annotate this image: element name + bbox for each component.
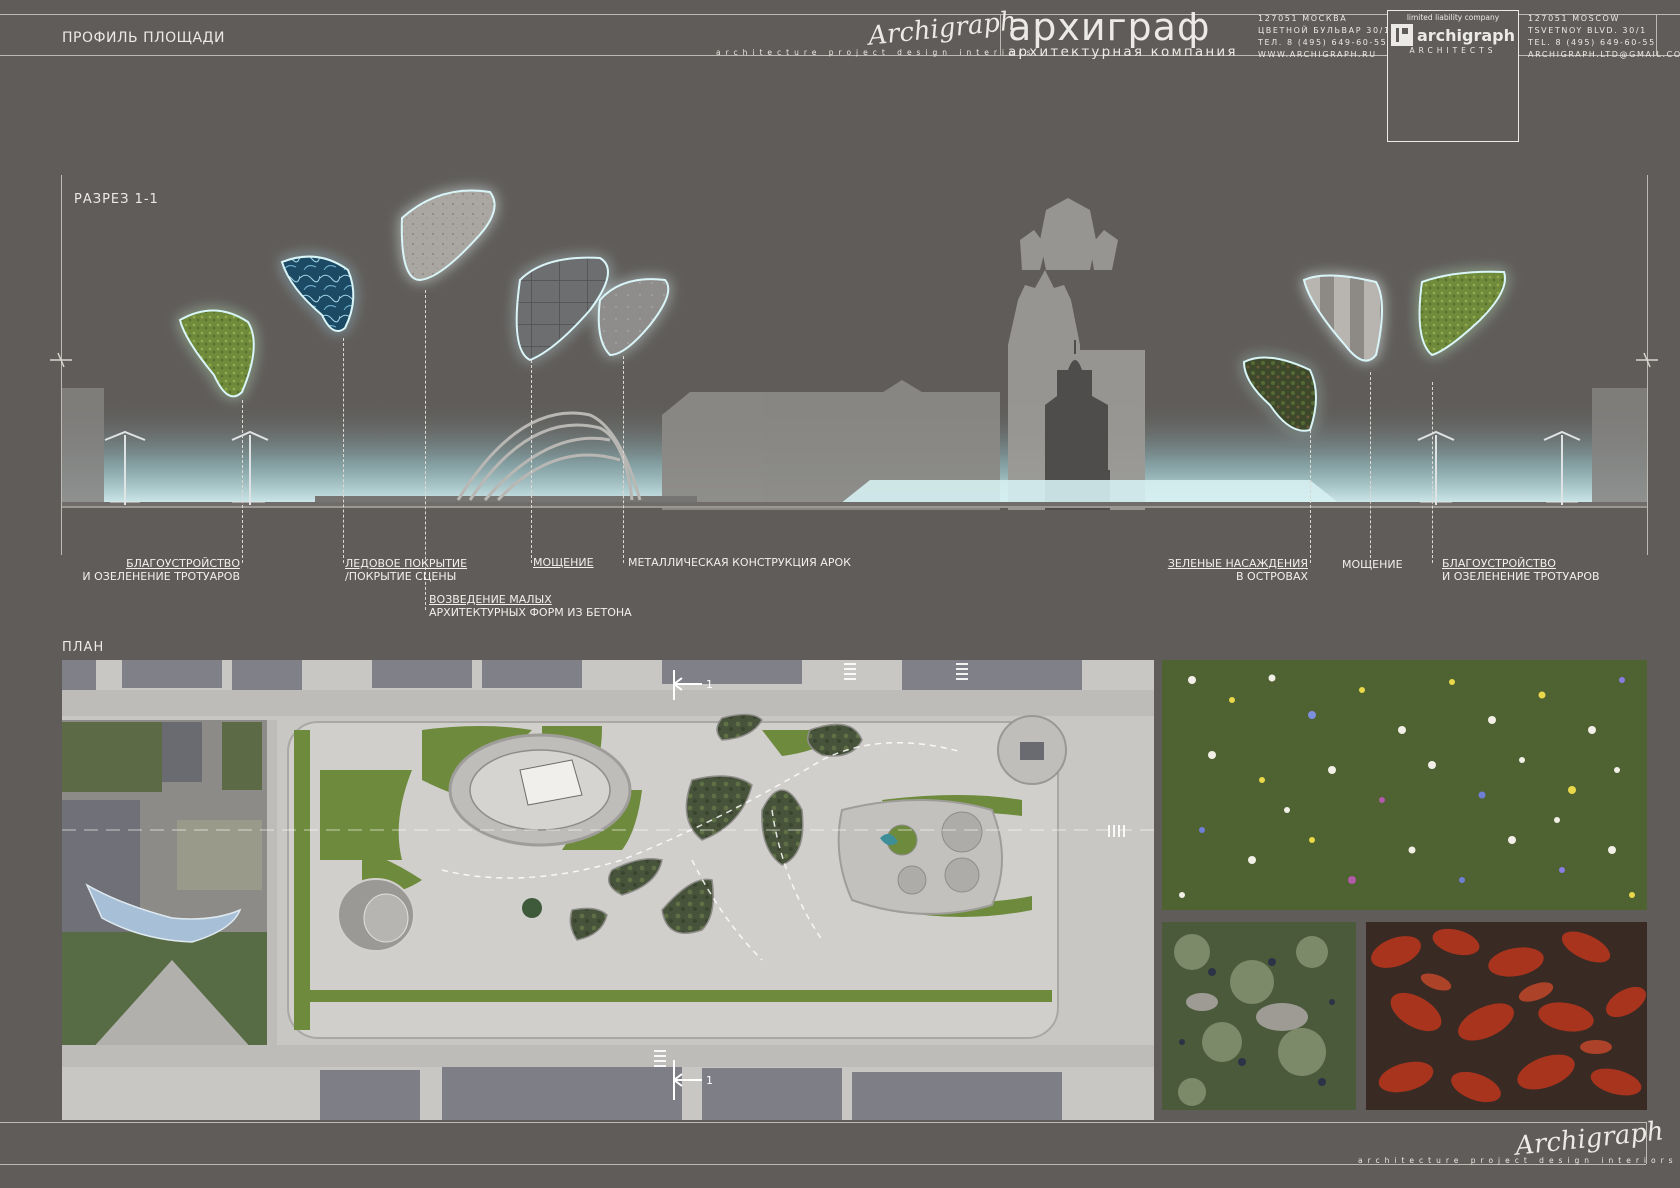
callout-line: Благоустройство	[1442, 557, 1556, 570]
brand-name: архиграф	[1008, 5, 1211, 49]
callout-line: Металлическая конструкция арок	[628, 556, 851, 569]
callout-arches: Металлическая конструкция арок	[628, 556, 851, 569]
callout-sidewalk-left: Благоустройство и озеленение тротуаров	[62, 557, 240, 583]
swatch-paving	[1302, 274, 1383, 362]
address-ru-line: 127051 Москва	[1258, 14, 1348, 23]
address-en-line: ARCHIGRAPH.LTD@GMAIL.COM	[1528, 50, 1680, 59]
playground	[837, 799, 1003, 915]
address-ru-line: Цветной бульвар 30/1	[1258, 26, 1391, 35]
right-edge-building	[1592, 388, 1647, 504]
header-tagline: architecture project design interiors	[716, 48, 1036, 57]
photo-red-lichen	[1366, 922, 1647, 1110]
ground-line	[62, 502, 1647, 506]
address-ru-line: www.archigraph.ru	[1258, 50, 1377, 59]
stamp-emblem-icon	[1390, 24, 1413, 46]
swatch-slab	[515, 256, 609, 362]
section-ticks	[50, 352, 1658, 368]
callout-line: в островах	[1236, 570, 1308, 583]
left-edge-building	[62, 388, 104, 504]
callout-line: Мощение	[1342, 558, 1403, 571]
callout-line: архитектурных форм из бетона	[429, 606, 632, 619]
callout-paving-right: Мощение	[1342, 558, 1403, 571]
callout-line: и озеленение тротуаров	[1442, 570, 1600, 583]
section-marker-label: 1	[706, 1074, 713, 1087]
callout-line: Зеленые насаждения	[1167, 557, 1308, 570]
plan-top-buildings	[62, 660, 1082, 692]
photo-wildflowers	[1162, 660, 1647, 910]
callout-line: Благоустройство	[126, 557, 240, 570]
swatch-grass-right	[1418, 270, 1506, 357]
leader-line	[623, 356, 624, 563]
stamp-top-text: limited liability company	[1406, 13, 1500, 22]
leader-line	[1432, 382, 1433, 563]
raised-platform	[840, 480, 1340, 504]
round-lawn	[356, 822, 392, 858]
address-en-line: 127051 MOSCOW	[1528, 14, 1620, 23]
swatch-grass-left	[178, 309, 255, 398]
callout-concrete: Возведение малых архитектурных форм из б…	[429, 593, 632, 619]
header-right-tick	[1656, 14, 1657, 56]
callout-sidewalk-right: Благоустройство и озеленение тротуаров	[1442, 557, 1600, 583]
page-title: Профиль площади	[62, 30, 225, 46]
callout-paving-left: Мощение	[533, 556, 594, 569]
address-en: 127051 MOSCOW TSVETNOY BLVD. 30/1 TEL. 8…	[1528, 13, 1680, 61]
footer-logo-script: Archigraph	[1513, 1116, 1665, 1162]
site-plan: 1 1	[62, 660, 1154, 1120]
header-divider	[1000, 14, 1001, 55]
leader-line	[1370, 372, 1371, 563]
callout-line: /покрытие сцены	[345, 570, 457, 583]
callout-islands: Зеленые насаждения в островах	[1100, 557, 1308, 583]
section-marker-label: 1	[706, 678, 713, 691]
callout-line: и озеленение тротуаров	[82, 570, 240, 583]
address-ru-line: тел. 8 (495) 649-60-55	[1258, 38, 1388, 47]
callout-line: Возведение малых	[429, 593, 552, 606]
callout-line: Ледовое покрытие	[345, 557, 468, 570]
leader-line	[1310, 430, 1311, 563]
callout-line: Мощение	[533, 556, 594, 569]
swatch-stone	[597, 278, 670, 357]
single-tree-icon	[522, 898, 542, 918]
footer-top-rule	[0, 1122, 1646, 1123]
leader-line	[242, 400, 243, 563]
stamp-bottom-text: ARCHITECTS	[1409, 46, 1497, 55]
stamp-name: archigraph	[1416, 25, 1516, 45]
address-en-line: TEL. 8 (495) 649-60-55	[1528, 38, 1656, 47]
section-drawing	[50, 189, 1658, 510]
company-stamp: limited liability company archigraph ARC…	[1387, 10, 1519, 142]
plan-label: План	[62, 640, 105, 655]
leader-line	[531, 360, 532, 563]
photo-moss-berries	[1162, 922, 1356, 1110]
address-en-line: TSVETNOY BLVD. 30/1	[1528, 26, 1647, 35]
swatch-ice	[280, 255, 355, 332]
swatch-concrete	[400, 189, 496, 282]
brand-subtitle: архитектурная компания	[1008, 44, 1238, 60]
footer-tagline: architecture project design interiors	[1358, 1156, 1678, 1165]
callout-ice: Ледовое покрытие /покрытие сцены	[345, 557, 467, 583]
address-ru: 127051 Москва Цветной бульвар 30/1 тел. …	[1258, 13, 1391, 61]
leader-line	[343, 338, 344, 563]
